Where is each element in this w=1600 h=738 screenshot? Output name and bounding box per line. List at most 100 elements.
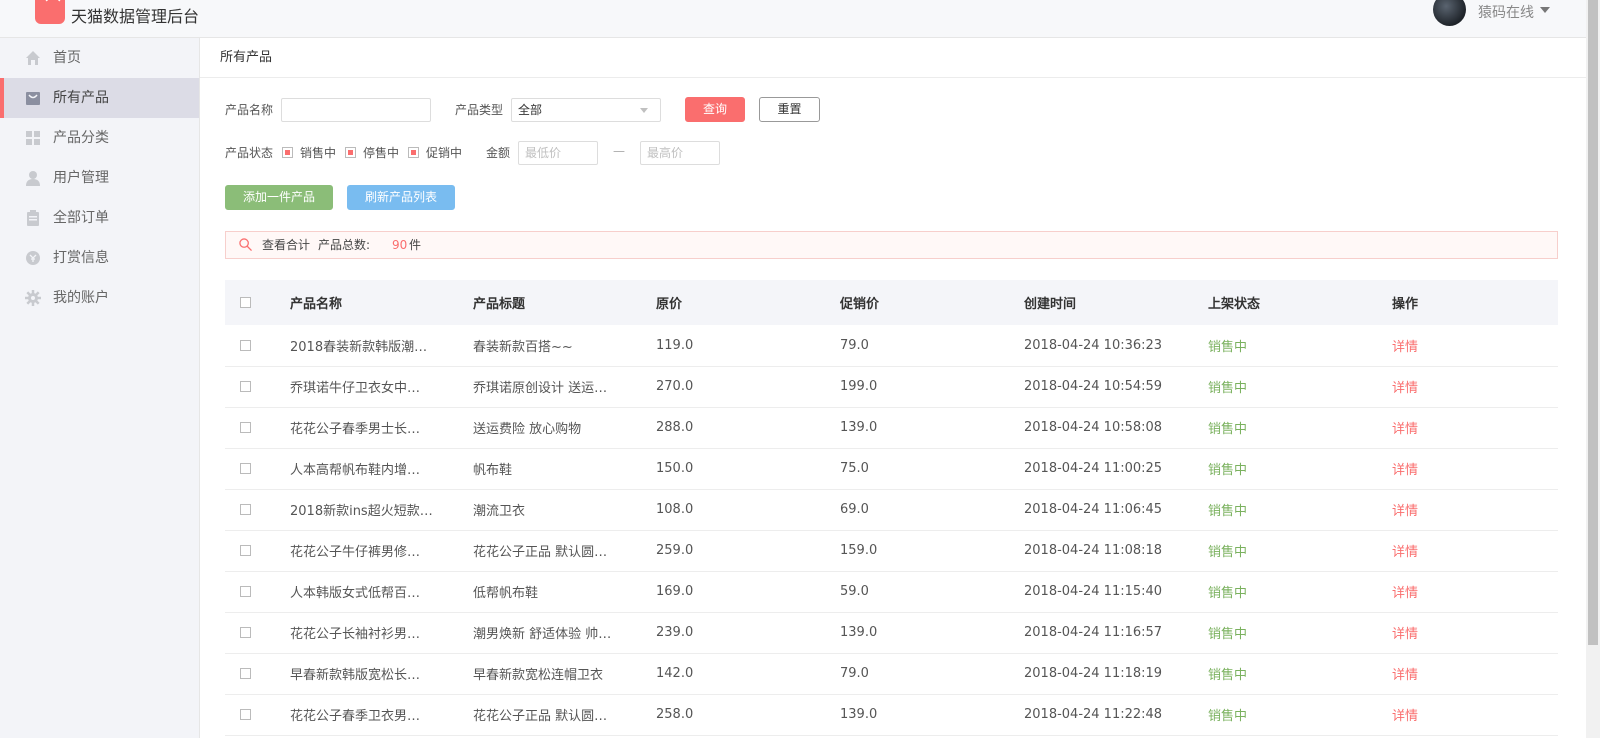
column-header-price: 原价 xyxy=(656,297,683,312)
cell-product-name: 早春新款韩版宽松长… xyxy=(290,668,421,683)
row-checkbox[interactable] xyxy=(240,504,251,515)
table-row: 2018春装新款韩版潮… 春装新款百搭~~ 119.0 79.0 2018-04-24 … xyxy=(225,325,1558,366)
cell-product-name: 2018新款ins超火短款… xyxy=(290,504,433,519)
details-link[interactable]: 详情 xyxy=(1392,366,1558,407)
row-select-cell xyxy=(225,653,290,694)
shopping-bag-logo-icon xyxy=(35,0,65,24)
cell-promo-price: 59.0 xyxy=(840,584,869,599)
product-table: 产品名称 产品标题 原价 促销价 创建时间 上架状态 操作 2018春装新款韩版… xyxy=(225,280,1558,736)
row-checkbox[interactable] xyxy=(240,586,251,597)
status-badge: 销售中 xyxy=(1208,627,1248,642)
row-checkbox[interactable] xyxy=(240,463,251,474)
row-select-cell xyxy=(225,366,290,407)
product-type-value: 全部 xyxy=(518,103,543,117)
row-select-cell xyxy=(225,407,290,448)
status-on-sale-checkbox[interactable] xyxy=(282,147,293,158)
cell-product-title: 花花公子正品 默认圆… xyxy=(473,709,608,724)
sidebar-item-categories[interactable]: 产品分类 xyxy=(0,118,199,158)
table-row: 人本高帮帆布鞋内增… 帆布鞋 150.0 75.0 2018-04-24 11:00:2… xyxy=(225,448,1558,489)
row-checkbox[interactable] xyxy=(240,381,251,392)
user-name[interactable]: 猿码在线 xyxy=(1478,2,1534,22)
cell-product-title: 帆布鞋 xyxy=(473,463,513,478)
cell-price: 239.0 xyxy=(656,625,694,640)
sidebar-item-label: 产品分类 xyxy=(53,130,109,146)
cell-promo-price: 75.0 xyxy=(840,461,869,476)
sidebar-item-account[interactable]: 我的账户 xyxy=(0,278,199,318)
cell-promo-price: 69.0 xyxy=(840,502,869,517)
cell-price: 119.0 xyxy=(656,337,694,353)
cell-product-name: 乔琪诺牛仔卫衣女中… xyxy=(290,381,421,396)
cell-price: 150.0 xyxy=(656,461,694,476)
cell-created-time: 2018-04-24 11:16:57 xyxy=(1024,625,1163,640)
cell-price: 258.0 xyxy=(656,707,694,722)
cell-product-name: 花花公子牛仔裤男修… xyxy=(290,545,421,560)
status-stopped-checkbox[interactable] xyxy=(345,147,356,158)
table-row: 2018新款ins超火短款… 潮流卫衣 108.0 69.0 2018-04-24 11… xyxy=(225,489,1558,530)
row-checkbox[interactable] xyxy=(240,668,251,679)
status-badge: 销售中 xyxy=(1208,422,1248,437)
row-checkbox[interactable] xyxy=(240,709,251,720)
row-checkbox[interactable] xyxy=(240,545,251,556)
details-link[interactable]: 详情 xyxy=(1392,612,1558,653)
cell-product-title: 潮流卫衣 xyxy=(473,504,526,519)
cell-product-title: 低帮帆布鞋 xyxy=(473,586,539,601)
main-content: 所有产品 产品名称 产品类型 全部 查询 重置 产品状态 销售中 停售中 促销中… xyxy=(200,38,1586,738)
table-row: 花花公子春季卫衣男… 花花公子正品 默认圆… 258.0 139.0 2018-04-2… xyxy=(225,694,1558,735)
total-unit: 件 xyxy=(409,238,422,252)
cell-product-title: 潮男焕新 舒适体验 帅… xyxy=(473,627,612,642)
summary-bar: 查看合计 产品总数: 90 件 xyxy=(225,231,1558,259)
status-badge: 销售中 xyxy=(1208,339,1248,355)
row-select-cell xyxy=(225,325,290,366)
view-total-label: 查看合计 xyxy=(262,238,311,252)
cell-created-time: 2018-04-24 10:36:23 xyxy=(1024,337,1163,353)
sidebar-item-label: 打赏信息 xyxy=(53,250,109,266)
scrollbar-thumb[interactable] xyxy=(1588,0,1598,645)
add-product-button[interactable]: 添加一件产品 xyxy=(225,185,333,210)
avatar[interactable] xyxy=(1433,0,1466,26)
table-header-row: 产品名称 产品标题 原价 促销价 创建时间 上架状态 操作 xyxy=(225,280,1558,325)
sidebar-item-orders[interactable]: 全部订单 xyxy=(0,198,199,238)
sidebar-item-users[interactable]: 用户管理 xyxy=(0,158,199,198)
details-link[interactable]: 详情 xyxy=(1392,489,1558,530)
gear-icon xyxy=(25,290,41,306)
sidebar-item-rewards[interactable]: 打赏信息 xyxy=(0,238,199,278)
select-all-checkbox[interactable] xyxy=(240,297,251,308)
chevron-down-icon[interactable] xyxy=(1540,7,1550,13)
product-name-input[interactable] xyxy=(281,98,431,122)
details-link[interactable]: 详情 xyxy=(1392,694,1558,735)
total-label: 产品总数: xyxy=(318,238,371,252)
product-status-label: 产品状态 xyxy=(225,146,274,160)
details-link[interactable]: 详情 xyxy=(1392,571,1558,612)
row-select-cell xyxy=(225,612,290,653)
sidebar-item-home[interactable]: 首页 xyxy=(0,38,199,78)
sidebar-item-label: 我的账户 xyxy=(53,290,109,306)
details-link[interactable]: 详情 xyxy=(1392,530,1558,571)
reset-button[interactable]: 重置 xyxy=(759,97,820,122)
page-scrollbar[interactable] xyxy=(1586,0,1600,738)
max-price-input[interactable] xyxy=(640,141,720,165)
cell-product-title: 花花公子正品 默认圆… xyxy=(473,545,608,560)
select-all-cell xyxy=(225,280,290,325)
details-link[interactable]: 详情 xyxy=(1392,448,1558,489)
sidebar-item-all-products[interactable]: 所有产品 xyxy=(0,78,199,118)
app-title: 天猫数据管理后台 xyxy=(71,7,200,26)
product-type-select[interactable]: 全部 xyxy=(511,98,661,122)
refresh-list-button[interactable]: 刷新产品列表 xyxy=(347,185,455,210)
row-checkbox[interactable] xyxy=(240,422,251,433)
status-badge: 销售中 xyxy=(1208,504,1248,519)
cell-created-time: 2018-04-24 11:06:45 xyxy=(1024,502,1163,517)
details-link[interactable]: 详情 xyxy=(1392,325,1558,366)
query-button[interactable]: 查询 xyxy=(685,97,745,122)
min-price-input[interactable] xyxy=(518,141,598,165)
column-header-title: 产品标题 xyxy=(473,297,526,312)
status-on-sale-label: 销售中 xyxy=(300,146,337,160)
cell-price: 259.0 xyxy=(656,543,694,558)
row-checkbox[interactable] xyxy=(240,627,251,638)
row-select-cell xyxy=(225,571,290,612)
details-link[interactable]: 详情 xyxy=(1392,407,1558,448)
details-link[interactable]: 详情 xyxy=(1392,653,1558,694)
status-badge: 销售中 xyxy=(1208,381,1248,396)
status-promo-checkbox[interactable] xyxy=(408,147,419,158)
status-badge: 销售中 xyxy=(1208,545,1248,560)
row-checkbox[interactable] xyxy=(240,339,251,351)
